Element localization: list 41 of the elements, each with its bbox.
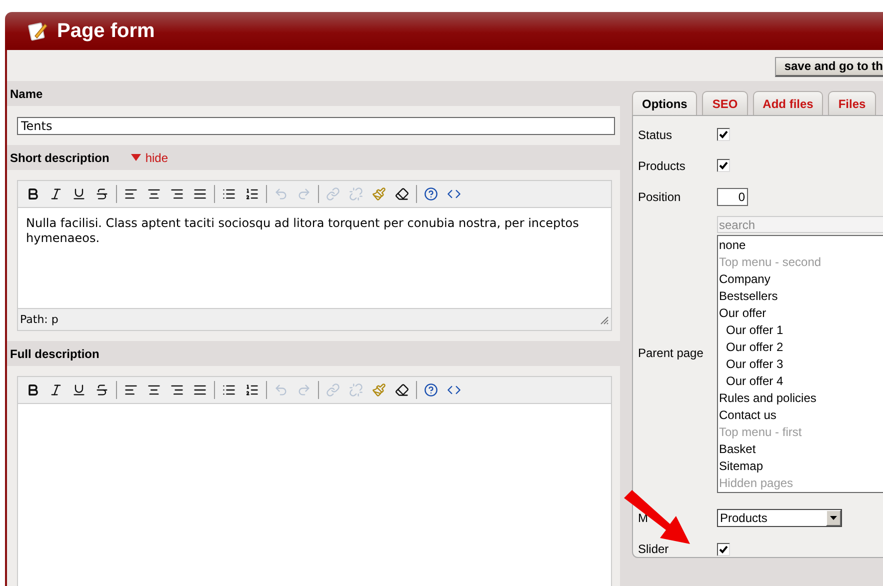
annotation-arrow bbox=[624, 490, 690, 544]
field-label: Status bbox=[638, 128, 674, 142]
field-label: Parent page bbox=[638, 346, 704, 360]
field-label: Slider bbox=[638, 542, 670, 556]
list-option[interactable]: Sitemap bbox=[718, 458, 883, 475]
list-option[interactable]: Our offer 4 bbox=[718, 373, 883, 390]
list-option[interactable]: Rules and policies bbox=[718, 390, 883, 407]
list-option[interactable]: none bbox=[718, 237, 883, 254]
list-option[interactable]: Our offer bbox=[718, 305, 883, 322]
list-option[interactable]: Company bbox=[718, 271, 883, 288]
name-field[interactable]: Tents bbox=[17, 117, 615, 135]
list-option[interactable]: Our offer 3 bbox=[718, 356, 883, 373]
triangle-icon bbox=[131, 154, 142, 161]
position-field[interactable]: 0 bbox=[717, 188, 748, 206]
list-option[interactable]: Contact us bbox=[718, 407, 883, 424]
field-label: M bbox=[638, 511, 649, 525]
hide-link[interactable]: hide bbox=[131, 150, 168, 164]
editor-text[interactable]: Nulla facilisi. Class aptent taciti sociosqu ad litora torquent per conubia nostra, per inceptos hymenaeos. bbox=[18, 208, 611, 308]
checkbox[interactable] bbox=[717, 128, 730, 141]
menu-dropdown[interactable]: Products bbox=[717, 509, 842, 527]
list-option[interactable]: Basket bbox=[718, 441, 883, 458]
field-label: Short description bbox=[10, 150, 110, 164]
resize-grip-icon[interactable] bbox=[599, 314, 609, 324]
list-option[interactable]: Our offer 1 bbox=[718, 322, 883, 339]
save-button[interactable]: save and go to th bbox=[775, 56, 883, 76]
search-field[interactable]: search bbox=[717, 216, 883, 233]
tab[interactable]: SEO bbox=[702, 91, 748, 115]
list-option[interactable]: Our offer 2 bbox=[718, 339, 883, 356]
checkbox[interactable] bbox=[717, 159, 730, 172]
path-label: Path: p bbox=[20, 313, 58, 326]
checkbox[interactable] bbox=[717, 542, 730, 556]
window-title: Page form bbox=[57, 20, 155, 42]
field-label: Full description bbox=[10, 346, 100, 360]
tab[interactable]: Add files bbox=[752, 91, 824, 115]
field-label: Position bbox=[638, 190, 682, 204]
list-option[interactable]: Bestsellers bbox=[718, 288, 883, 305]
tab[interactable]: Options bbox=[632, 91, 698, 115]
field-label: Products bbox=[638, 158, 686, 172]
field-label: Name bbox=[10, 86, 43, 100]
notepad-icon bbox=[27, 20, 49, 42]
tab[interactable]: Files bbox=[828, 91, 876, 115]
